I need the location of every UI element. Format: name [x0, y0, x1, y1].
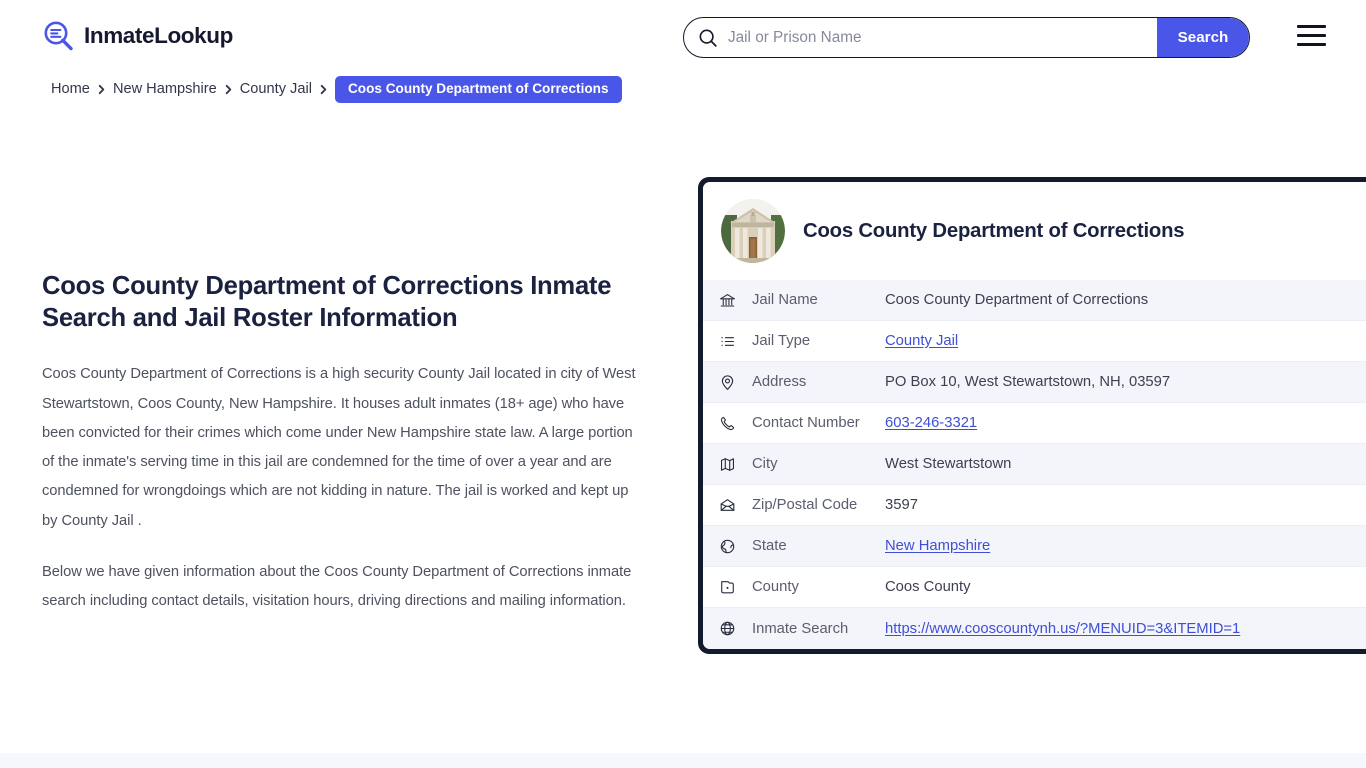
globe-icon — [703, 620, 752, 637]
breadcrumb-item-state[interactable]: New Hampshire — [113, 81, 217, 97]
magnifier-list-icon — [42, 20, 75, 53]
table-row: Zip/Postal Code 3597 — [703, 485, 1366, 526]
site-header: InmateLookup Search — [0, 0, 1366, 74]
table-row: Jail Name Coos County Department of Corr… — [703, 280, 1366, 321]
row-label: Inmate Search — [752, 621, 885, 637]
row-label: Jail Type — [752, 333, 885, 349]
map-folded-icon — [703, 456, 752, 473]
jail-info-card: Coos County Department of Corrections Ja… — [698, 177, 1366, 654]
map-pin-icon — [703, 374, 752, 391]
row-label: Zip/Postal Code — [752, 497, 885, 513]
row-value: Coos County — [885, 579, 971, 595]
jail-info-card-title: Coos County Department of Corrections — [803, 220, 1184, 243]
page-title: Coos County Department of Corrections In… — [42, 270, 642, 334]
chevron-right-icon — [90, 81, 113, 97]
jail-info-card-inner: Coos County Department of Corrections Ja… — [703, 182, 1366, 649]
search-bar[interactable]: Search — [683, 17, 1250, 58]
phone-icon — [703, 415, 752, 432]
row-value: New Hampshire — [885, 538, 990, 554]
row-value: https://www.cooscountynh.us/?MENUID=3&IT… — [885, 621, 1240, 637]
row-value: County Jail — [885, 333, 958, 349]
row-value: West Stewartstown — [885, 456, 1011, 472]
row-value: 603-246-3321 — [885, 415, 977, 431]
table-row: State New Hampshire — [703, 526, 1366, 567]
logo-text: InmateLookup — [84, 25, 233, 48]
chevron-right-icon — [217, 81, 240, 97]
table-row: Contact Number 603-246-3321 — [703, 403, 1366, 444]
breadcrumb: Home New Hampshire County Jail Coos Coun… — [51, 76, 622, 103]
inmate-search-link[interactable]: https://www.cooscountynh.us/?MENUID=3&IT… — [885, 621, 1240, 637]
jail-info-card-header: Coos County Department of Corrections — [703, 182, 1366, 280]
search-icon — [684, 18, 720, 57]
row-label: Jail Name — [752, 292, 885, 308]
table-row: City West Stewartstown — [703, 444, 1366, 485]
search-button[interactable]: Search — [1157, 18, 1249, 57]
table-row: County Coos County — [703, 567, 1366, 608]
page-root: InmateLookup Search Home New Hampshire — [0, 0, 1366, 768]
intro-paragraph: Coos County Department of Corrections is… — [42, 360, 642, 536]
article-column: Coos County Department of Corrections In… — [42, 270, 642, 616]
county-marker-icon — [703, 579, 752, 596]
globe-americas-icon — [703, 538, 752, 555]
row-label: County — [752, 579, 885, 595]
breadcrumb-item-home[interactable]: Home — [51, 81, 90, 97]
bank-building-icon — [703, 292, 752, 309]
search-input[interactable] — [720, 18, 1157, 57]
phone-link[interactable]: 603-246-3321 — [885, 415, 977, 431]
table-row: Jail Type County Jail — [703, 321, 1366, 362]
open-envelope-icon — [703, 497, 752, 514]
table-row: Address PO Box 10, West Stewartstown, NH… — [703, 362, 1366, 403]
row-value: Coos County Department of Corrections — [885, 292, 1148, 308]
list-icon — [703, 333, 752, 350]
hamburger-menu-icon[interactable] — [1297, 25, 1326, 46]
row-label: City — [752, 456, 885, 472]
breadcrumb-item-jail-type[interactable]: County Jail — [240, 81, 312, 97]
breadcrumb-item-current: Coos County Department of Corrections — [335, 76, 622, 103]
courthouse-building-photo — [721, 199, 785, 263]
jail-info-table: Jail Name Coos County Department of Corr… — [703, 280, 1366, 649]
footer-divider — [0, 753, 1366, 768]
jail-type-link[interactable]: County Jail — [885, 333, 958, 349]
row-label: State — [752, 538, 885, 554]
state-link[interactable]: New Hampshire — [885, 538, 990, 554]
row-value: PO Box 10, West Stewartstown, NH, 03597 — [885, 374, 1170, 390]
row-label: Contact Number — [752, 415, 885, 431]
row-label: Address — [752, 374, 885, 390]
chevron-right-icon — [312, 81, 335, 97]
secondary-paragraph: Below we have given information about th… — [42, 558, 642, 617]
site-logo[interactable]: InmateLookup — [42, 20, 233, 53]
table-row: Inmate Search https://www.cooscountynh.u… — [703, 608, 1366, 649]
row-value: 3597 — [885, 497, 918, 513]
